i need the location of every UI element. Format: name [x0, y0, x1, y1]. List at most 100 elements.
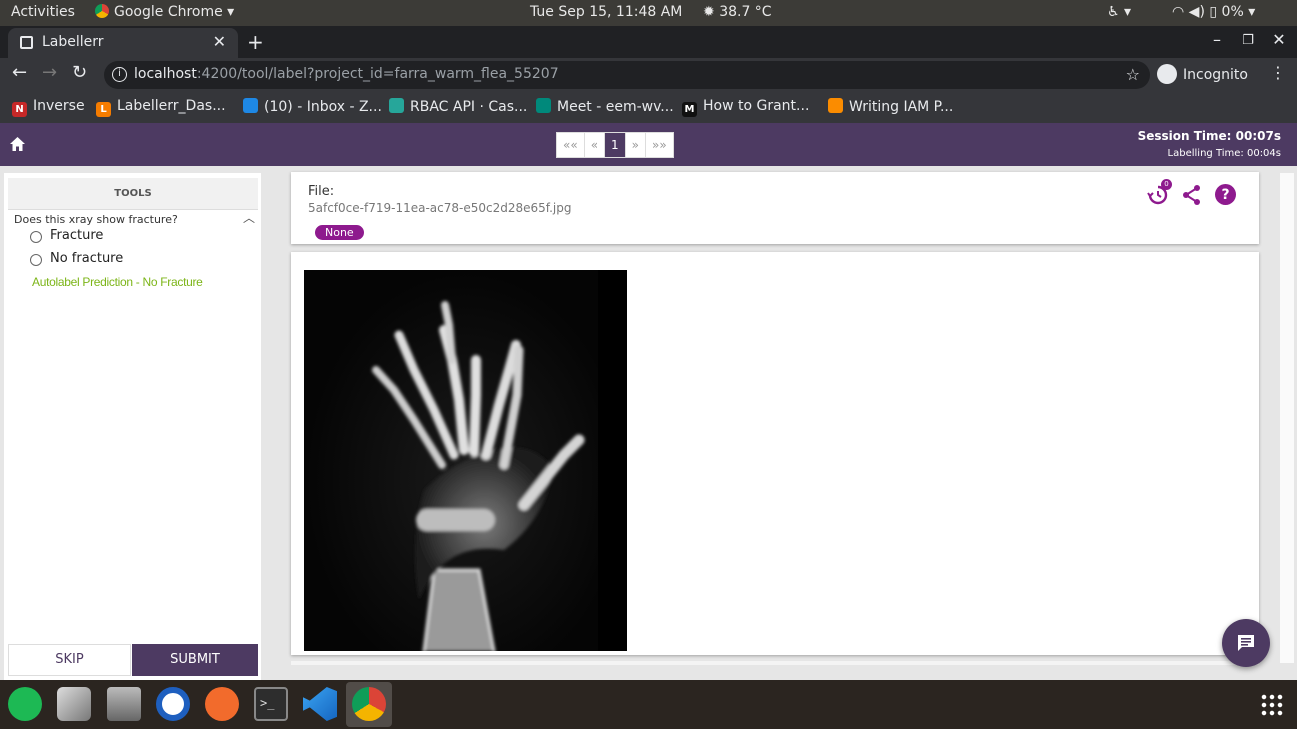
vscode-icon[interactable]	[303, 687, 337, 721]
chat-icon	[1238, 635, 1254, 651]
accessibility-icon[interactable]: ♿ ▾	[1107, 4, 1131, 20]
bookmark-item[interactable]: (10) - Inbox - Z...	[243, 98, 382, 115]
chat-button[interactable]	[1222, 619, 1270, 667]
option-fracture-label[interactable]: Fracture	[50, 228, 103, 243]
app-menu-label: Google Chrome	[114, 4, 223, 20]
forward-icon[interactable]: →	[42, 62, 57, 83]
chrome-icon	[95, 4, 109, 18]
bookmark-favicon-icon	[389, 98, 404, 113]
activities-button[interactable]: Activities	[11, 4, 75, 20]
simplenote-icon[interactable]	[156, 687, 190, 721]
app-body: TOOLS Does this xray show fracture? ︿ Fr…	[0, 166, 1297, 680]
tools-panel: TOOLS Does this xray show fracture? ︿ Fr…	[4, 173, 261, 680]
info-icon: i	[112, 67, 127, 82]
incognito-label: Incognito	[1183, 67, 1248, 83]
volume-icon: ◀)	[1188, 4, 1205, 20]
bookmark-label: Meet - eem-wv...	[557, 99, 674, 115]
bookmark-favicon-icon	[828, 98, 843, 113]
skip-button[interactable]: SKIP	[8, 644, 131, 676]
file-label: File:	[308, 184, 335, 199]
last-page-button[interactable]: »»	[646, 133, 673, 157]
tools-title: TOOLS	[8, 178, 258, 210]
incognito-badge[interactable]: Incognito	[1157, 64, 1248, 84]
bookmark-label: Inverse	[33, 98, 85, 114]
radio-fracture[interactable]	[30, 231, 42, 243]
app-header: «« « 1 » »» Session Time: 00:07s Labelli…	[0, 123, 1297, 166]
canvas-bottom-bar	[291, 661, 1259, 665]
option-no-fracture-label[interactable]: No fracture	[50, 251, 123, 266]
bookmark-item[interactable]: Meet - eem-wv...	[536, 98, 674, 115]
bookmark-label: Writing IAM P...	[849, 99, 954, 115]
question-label: Does this xray show fracture?	[14, 213, 178, 226]
bookmark-label: How to Grant...	[703, 98, 810, 114]
pagination: «« « 1 » »»	[556, 132, 674, 158]
status-badge[interactable]: None	[315, 225, 364, 240]
tab-labellerr[interactable]: Labellerr ✕	[8, 28, 238, 58]
radio-no-fracture[interactable]	[30, 254, 42, 266]
app-menu[interactable]: Google Chrome ▾	[95, 4, 234, 20]
file-name: 5afcf0ce-f719-11ea-ac78-e50c2d28e65f.jpg	[308, 201, 572, 215]
bookmark-item[interactable]: L Labellerr_Das...	[96, 98, 226, 117]
reload-icon[interactable]: ↻	[72, 62, 87, 83]
show-apps-icon[interactable]	[1260, 693, 1284, 717]
share-icon[interactable]	[1181, 184, 1203, 206]
close-tab-icon[interactable]: ✕	[213, 32, 226, 51]
bookmarks-bar: N Inverse L Labellerr_Das... (10) - Inbox - …	[0, 92, 1297, 123]
bookmark-star-icon[interactable]: ☆	[1126, 65, 1140, 84]
wifi-icon: ◠	[1172, 4, 1185, 20]
tab-strip: Labellerr ✕ +	[0, 26, 1297, 58]
bookmark-item[interactable]: RBAC API · Cas...	[389, 98, 527, 115]
spotify-icon[interactable]	[8, 687, 42, 721]
weather-temp: 38.7 °C	[719, 4, 772, 20]
battery-icon: ▯	[1209, 4, 1218, 20]
close-window-icon[interactable]: ✕	[1269, 30, 1289, 49]
page-icon	[20, 36, 33, 49]
battery-percent: 0%	[1221, 4, 1244, 20]
bookmark-favicon-icon	[243, 98, 258, 113]
incognito-icon	[1157, 64, 1177, 84]
settings-tools-icon[interactable]	[57, 687, 91, 721]
bookmark-favicon-icon: N	[12, 102, 27, 117]
current-page-button[interactable]: 1	[605, 133, 626, 157]
postman-icon[interactable]	[205, 687, 239, 721]
bookmark-item[interactable]: M How to Grant...	[682, 98, 809, 117]
next-page-button[interactable]: »	[626, 133, 647, 157]
first-page-button[interactable]: ««	[557, 133, 585, 157]
collapse-chevron-icon[interactable]: ︿	[243, 209, 255, 226]
minimize-icon[interactable]: –	[1207, 30, 1227, 49]
bookmark-item[interactable]: N Inverse	[12, 98, 85, 117]
history-icon[interactable]: 0	[1147, 179, 1172, 206]
prev-page-button[interactable]: «	[585, 133, 606, 157]
bookmark-favicon-icon	[536, 98, 551, 113]
submit-button[interactable]: SUBMIT	[132, 644, 258, 676]
autolabel-prediction: Autolabel Prediction - No Fracture	[32, 275, 203, 289]
weather[interactable]: ✹ 38.7 °C	[703, 4, 772, 20]
labelling-canvas[interactable]	[291, 252, 1259, 655]
home-icon[interactable]	[9, 136, 26, 152]
bookmark-favicon-icon: L	[96, 102, 111, 117]
address-bar[interactable]: i localhost:4200/tool/label?project_id=f…	[104, 61, 1150, 89]
tab-title: Labellerr	[42, 34, 104, 50]
terminal-icon[interactable]: >_	[254, 687, 288, 721]
panel-scrollbar[interactable]	[1280, 173, 1294, 663]
chrome-dock-icon[interactable]	[352, 687, 386, 721]
xray-image[interactable]	[304, 270, 627, 651]
bookmark-item[interactable]: Writing IAM P...	[828, 98, 953, 115]
restore-icon[interactable]: ❐	[1238, 33, 1258, 48]
bookmark-favicon-icon: M	[682, 102, 697, 117]
menu-dots-icon[interactable]: ⋮	[1270, 63, 1286, 82]
labelling-time: Labelling Time: 00:04s	[1167, 148, 1281, 159]
new-tab-icon[interactable]: +	[247, 30, 264, 54]
files-icon[interactable]	[107, 687, 141, 721]
bookmark-label: Labellerr_Das...	[117, 98, 226, 114]
help-icon[interactable]: ?	[1215, 184, 1236, 205]
file-info-card: File: 5afcf0ce-f719-11ea-ac78-e50c2d28e6…	[291, 172, 1259, 244]
clock[interactable]: Tue Sep 15, 11:48 AM	[530, 4, 682, 20]
sun-icon: ✹	[703, 4, 715, 20]
url-host: localhost	[134, 66, 197, 82]
history-count-badge: 0	[1161, 179, 1172, 190]
bookmark-label: (10) - Inbox - Z...	[264, 99, 382, 115]
status-menu[interactable]: ◠ ◀) ▯ 0% ▾	[1172, 4, 1255, 20]
browser-toolbar: ← → ↻ i localhost:4200/tool/label?projec…	[0, 58, 1297, 92]
back-icon[interactable]: ←	[12, 62, 27, 83]
